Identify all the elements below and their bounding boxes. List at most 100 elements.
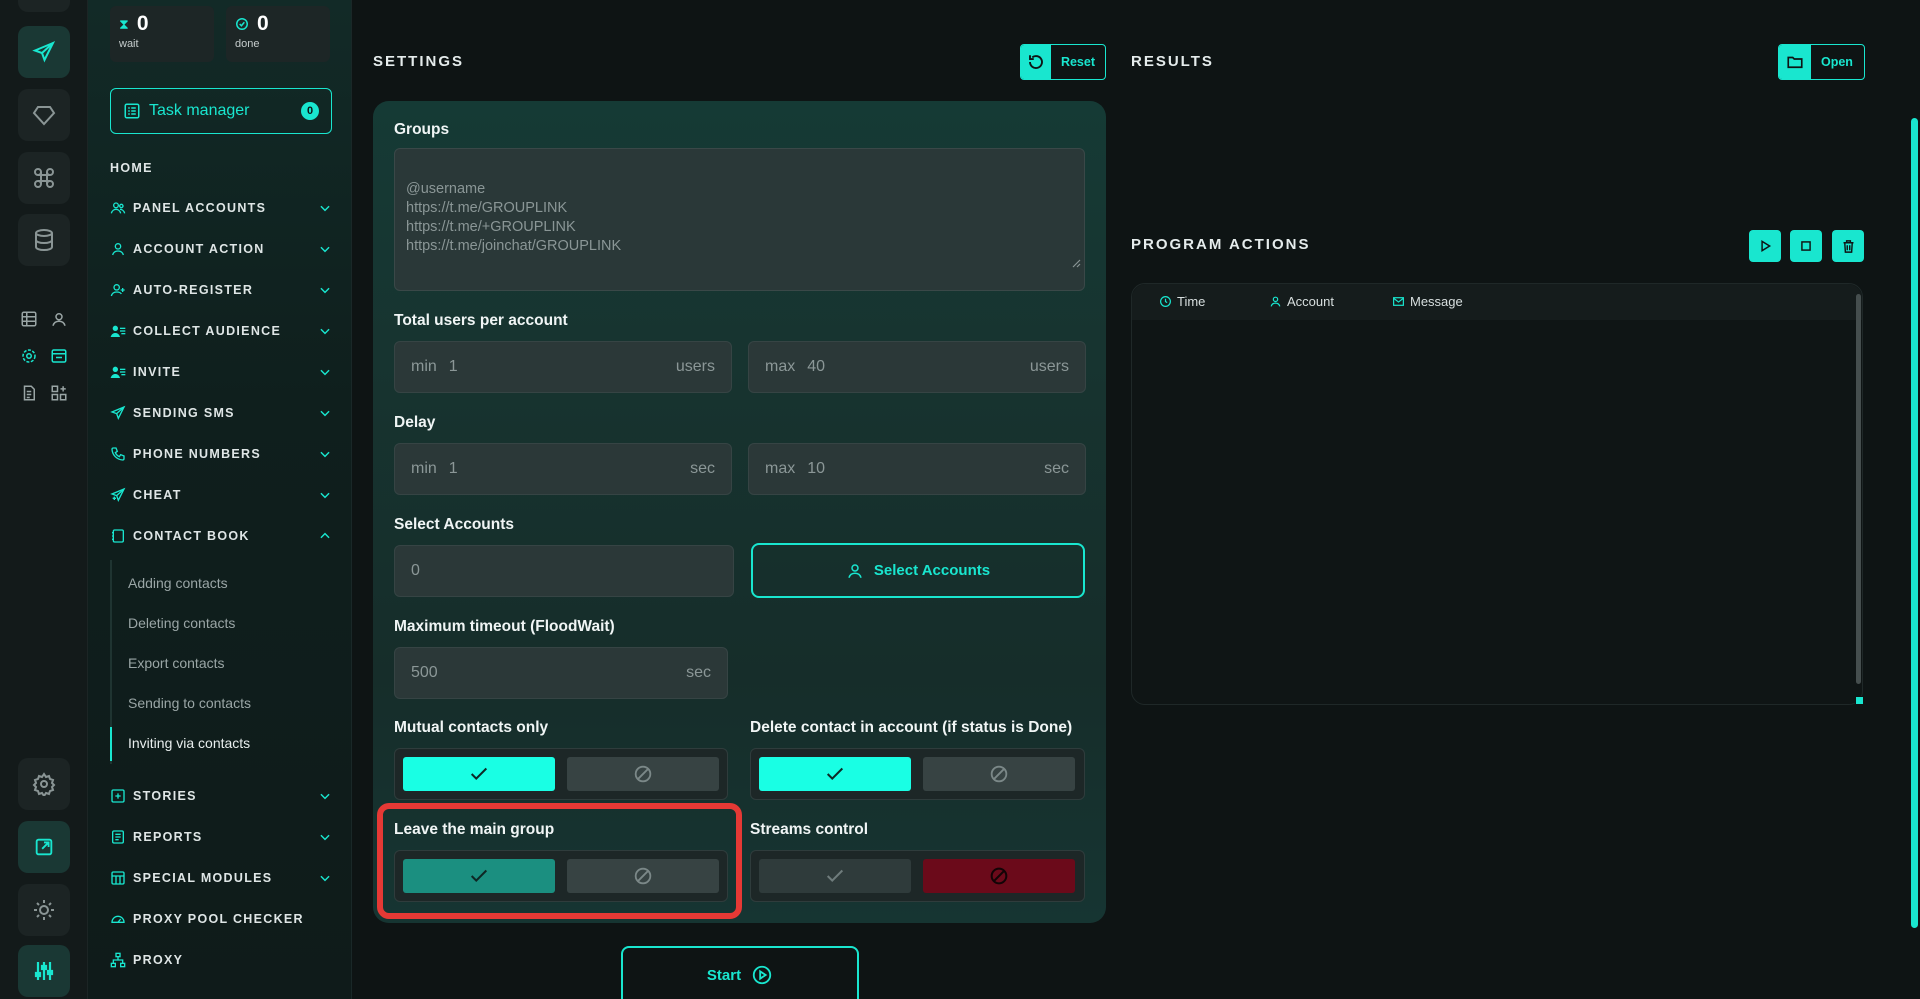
- task-manager-label: Task manager: [149, 102, 250, 119]
- sub-item-inviting-via-contacts[interactable]: Inviting via contacts: [128, 735, 250, 751]
- nav-proxy-label: PROXY: [133, 953, 184, 967]
- chevron-down-icon[interactable]: [318, 830, 332, 844]
- program-actions-log[interactable]: Time Account Message: [1131, 283, 1863, 705]
- column-time[interactable]: Time: [1159, 294, 1205, 309]
- max-timeout-input[interactable]: 500 sec: [394, 647, 728, 699]
- block-icon: [990, 765, 1008, 783]
- rail-top-button[interactable]: [18, 0, 70, 12]
- streams-control-yes[interactable]: [759, 859, 911, 893]
- nav-account-action[interactable]: ACCOUNT ACTION: [110, 237, 332, 261]
- nav-auto-register[interactable]: AUTO-REGISTER: [110, 278, 332, 302]
- chevron-down-icon[interactable]: [318, 283, 332, 297]
- column-message[interactable]: Message: [1392, 294, 1463, 309]
- log-scrollbar[interactable]: [1856, 294, 1861, 684]
- chevron-down-icon[interactable]: [318, 406, 332, 420]
- nav-panel-accounts[interactable]: PANEL ACCOUNTS: [110, 196, 332, 220]
- gauge-icon: [110, 911, 126, 927]
- sun-icon[interactable]: [18, 884, 70, 936]
- table-icon[interactable]: [18, 308, 40, 330]
- start-button[interactable]: Start: [621, 946, 859, 999]
- delay-max-input[interactable]: max 10 sec: [748, 443, 1086, 495]
- nav-invite[interactable]: INVITE: [110, 360, 332, 384]
- chevron-down-icon[interactable]: [318, 871, 332, 885]
- sub-item-adding-contacts[interactable]: Adding contacts: [128, 575, 228, 591]
- chevron-up-icon[interactable]: [318, 529, 332, 543]
- nav-proxy[interactable]: PROXY: [110, 948, 332, 972]
- sub-item-export-contacts[interactable]: Export contacts: [128, 655, 225, 671]
- mutual-contacts-yes[interactable]: [403, 757, 555, 791]
- network-icon: [110, 952, 126, 968]
- delete-contact-yes[interactable]: [759, 757, 911, 791]
- groups-textarea[interactable]: @username https://t.me/GROUPLINK https:/…: [394, 148, 1085, 291]
- nav-collect-audience[interactable]: COLLECT AUDIENCE: [110, 319, 332, 343]
- page-scrollbar[interactable]: [1911, 118, 1918, 928]
- program-actions-title: PROGRAM ACTIONS: [1131, 236, 1311, 253]
- delay-min-input[interactable]: min 1 sec: [394, 443, 732, 495]
- reset-icon: [1021, 45, 1051, 79]
- external-link-icon[interactable]: [18, 821, 70, 873]
- stop-button[interactable]: [1790, 230, 1822, 262]
- telegram-icon[interactable]: [18, 26, 70, 78]
- chevron-down-icon[interactable]: [318, 201, 332, 215]
- gear-icon[interactable]: [18, 345, 40, 367]
- clock-icon: [1159, 295, 1172, 308]
- delay-label: Delay: [394, 414, 436, 431]
- nav-panel-accounts-label: PANEL ACCOUNTS: [133, 201, 267, 215]
- nav-reports[interactable]: REPORTS: [110, 825, 332, 849]
- nav-stories-label: STORIES: [133, 789, 197, 803]
- nav-special-modules[interactable]: SPECIAL MODULES: [110, 866, 332, 890]
- streams-control-no[interactable]: [923, 859, 1075, 893]
- sub-item-deleting-contacts[interactable]: Deleting contacts: [128, 615, 235, 631]
- user-circle-icon[interactable]: [48, 308, 70, 330]
- diamond-icon[interactable]: [18, 89, 70, 141]
- users-icon: [110, 200, 126, 216]
- block-icon: [634, 765, 652, 783]
- chevron-down-icon[interactable]: [318, 242, 332, 256]
- total-users-label: Total users per account: [394, 312, 568, 329]
- open-button[interactable]: Open: [1778, 44, 1865, 80]
- block-icon: [990, 867, 1008, 885]
- sliders-icon[interactable]: [18, 945, 70, 997]
- selected-accounts-count[interactable]: 0: [394, 545, 734, 597]
- settings-icon[interactable]: [18, 758, 70, 810]
- check-icon: [826, 767, 844, 781]
- chevron-down-icon[interactable]: [318, 488, 332, 502]
- command-icon[interactable]: [18, 152, 70, 204]
- column-account[interactable]: Account: [1269, 294, 1334, 309]
- document-icon[interactable]: [18, 382, 40, 404]
- mutual-contacts-no[interactable]: [567, 757, 719, 791]
- streams-control-label: Streams control: [750, 821, 869, 838]
- browser-icon[interactable]: [48, 345, 70, 367]
- sub-item-sending-to-contacts[interactable]: Sending to contacts: [128, 695, 251, 711]
- task-manager-button[interactable]: Task manager 0: [110, 88, 332, 134]
- clear-log-button[interactable]: [1832, 230, 1864, 262]
- users-min-input[interactable]: min 1 users: [394, 341, 732, 393]
- delete-contact-no[interactable]: [923, 757, 1075, 791]
- settings-title: SETTINGS: [373, 53, 465, 70]
- nav-home[interactable]: HOME: [110, 156, 332, 180]
- nav-stories[interactable]: STORIES: [110, 784, 332, 808]
- nav-cheat[interactable]: CHEAT: [110, 483, 332, 507]
- delete-contact-toggle: [750, 748, 1085, 800]
- users-max-input[interactable]: max 40 users: [748, 341, 1086, 393]
- reset-button[interactable]: Reset: [1020, 44, 1106, 80]
- users-min-unit: users: [675, 358, 715, 375]
- folder-icon: [1779, 45, 1811, 79]
- select-accounts-button[interactable]: Select Accounts: [751, 543, 1085, 598]
- nav-contact-book[interactable]: CONTACT BOOK: [110, 524, 332, 548]
- select-accounts-button-label: Select Accounts: [873, 562, 991, 579]
- chevron-down-icon[interactable]: [318, 324, 332, 338]
- chevron-down-icon[interactable]: [318, 447, 332, 461]
- nav-phone-numbers[interactable]: PHONE NUMBERS: [110, 442, 332, 466]
- chevron-down-icon[interactable]: [318, 789, 332, 803]
- nav-proxy-pool-checker[interactable]: PROXY POOL CHECKER: [110, 907, 332, 931]
- resize-grip-icon[interactable]: [1071, 239, 1081, 287]
- widgets-icon[interactable]: [48, 382, 70, 404]
- log-resize-handle[interactable]: [1855, 696, 1864, 705]
- nav-sending-sms[interactable]: SENDING SMS: [110, 401, 332, 425]
- user-icon: [846, 562, 864, 580]
- chevron-down-icon[interactable]: [318, 365, 332, 379]
- database-icon[interactable]: [18, 214, 70, 266]
- delay-max-value: 10: [807, 460, 826, 477]
- play-button[interactable]: [1749, 230, 1781, 262]
